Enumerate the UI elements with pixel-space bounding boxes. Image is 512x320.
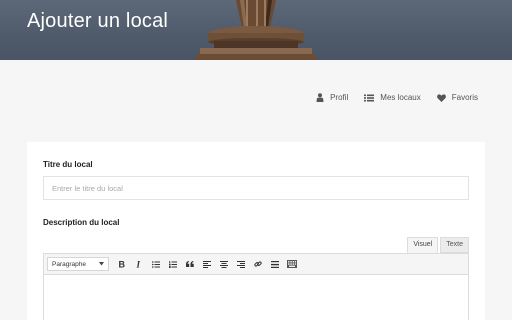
align-left-icon bbox=[202, 260, 211, 268]
list-icon bbox=[364, 94, 375, 101]
italic-button[interactable]: I bbox=[130, 256, 147, 272]
nav-favorites-link[interactable]: Favoris bbox=[436, 93, 478, 102]
align-center-button[interactable] bbox=[215, 256, 232, 272]
editor-tabs: Visuel Texte bbox=[407, 237, 469, 253]
link-icon bbox=[253, 261, 262, 267]
svg-text:B: B bbox=[119, 260, 126, 268]
bullet-list-icon bbox=[151, 260, 160, 268]
tab-text[interactable]: Texte bbox=[440, 237, 469, 253]
bold-button[interactable]: B bbox=[113, 256, 130, 272]
nav-my-places-label: Mes locaux bbox=[380, 93, 421, 102]
blockquote-button[interactable] bbox=[181, 256, 198, 272]
format-select-value: Paragraphe bbox=[52, 260, 86, 268]
user-icon bbox=[316, 93, 324, 102]
tab-visual[interactable]: Visuel bbox=[407, 237, 439, 253]
numbered-list-icon bbox=[168, 260, 177, 268]
title-label: Titre du local bbox=[43, 160, 93, 169]
bold-icon: B bbox=[119, 260, 126, 268]
numbered-list-button[interactable] bbox=[164, 256, 181, 272]
toolbar-toggle-icon bbox=[286, 260, 297, 268]
add-place-form: Titre du local Description du local Visu… bbox=[27, 142, 485, 320]
align-right-button[interactable] bbox=[232, 256, 249, 272]
bullet-list-button[interactable] bbox=[147, 256, 164, 272]
link-button[interactable] bbox=[249, 256, 266, 272]
blockquote-icon bbox=[185, 261, 194, 267]
align-right-icon bbox=[236, 260, 245, 268]
toolbar-toggle-button[interactable] bbox=[283, 256, 300, 272]
nav-my-places-link[interactable]: Mes locaux bbox=[364, 93, 421, 102]
format-select[interactable]: Paragraphe bbox=[47, 257, 109, 271]
nav-profile-label: Profil bbox=[330, 93, 349, 102]
svg-text:I: I bbox=[136, 260, 141, 268]
horizontal-rule-button[interactable] bbox=[266, 256, 283, 272]
description-editor[interactable] bbox=[43, 275, 469, 320]
align-left-button[interactable] bbox=[198, 256, 215, 272]
editor-toolbar: Paragraphe B I bbox=[43, 253, 469, 275]
italic-icon: I bbox=[136, 260, 141, 268]
page-header-banner: Ajouter un local bbox=[0, 0, 512, 60]
user-nav: Profil Mes locaux Favoris bbox=[316, 93, 478, 102]
page-title: Ajouter un local bbox=[27, 10, 169, 32]
title-input[interactable] bbox=[43, 176, 469, 200]
nav-profile-link[interactable]: Profil bbox=[316, 93, 348, 102]
heart-icon bbox=[436, 93, 446, 102]
horizontal-rule-icon bbox=[270, 260, 279, 268]
nav-favorites-label: Favoris bbox=[451, 93, 478, 102]
chevron-down-icon bbox=[99, 262, 104, 266]
align-center-icon bbox=[219, 260, 228, 268]
description-label: Description du local bbox=[43, 218, 120, 227]
